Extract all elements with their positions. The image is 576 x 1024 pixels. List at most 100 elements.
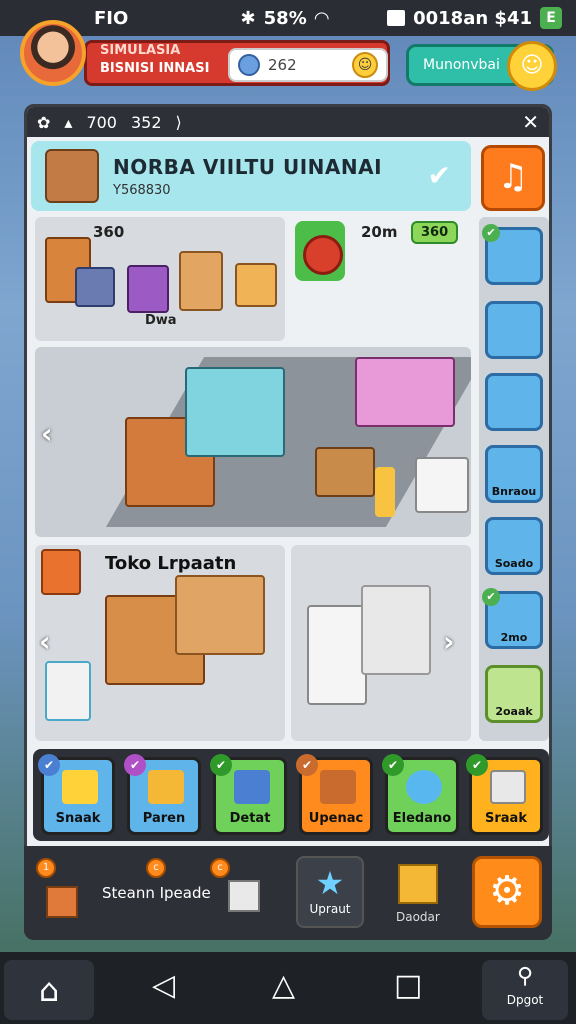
sidebar-item-4[interactable]: Bnraou [485,445,543,503]
fridge [415,457,469,513]
notification-dot: c [210,858,230,878]
time-value: 20m [361,223,398,241]
product-label: Sraak [485,811,527,826]
music-button[interactable]: ♫ [481,145,545,211]
toko-tile[interactable]: Toko Lrpaatn ‹ [35,545,285,741]
product-box-icon [234,770,270,804]
stat-value-2: 352 [130,112,162,132]
notification-dot: c [146,858,166,878]
home-icon[interactable]: ⌂ [4,960,94,1020]
check-badge-icon: ✔ [382,754,404,776]
tile-label: Dwa [145,313,177,328]
checkmark-icon[interactable]: ✔ [428,159,451,192]
sidebar-item-5[interactable]: Soado [485,517,543,575]
chevron-right-icon[interactable]: › [443,625,455,658]
home-nav-icon[interactable]: △ [272,968,295,1003]
status-bar: FIO ✱ 58% ◠ 0018an $41 E [0,0,576,36]
sidebar-item-6[interactable]: ✔ 2mo [482,588,543,649]
drink-shelf [185,367,285,457]
close-icon[interactable]: ✕ [522,110,539,134]
check-badge-icon: ✔ [466,754,488,776]
panel-top-bar: ✿ ▴ 700 352 ⟩ ✕ [27,107,549,137]
product-box-icon [320,770,356,804]
cube-icon [228,880,260,912]
sidebar-item-7[interactable]: 2oaak [485,665,543,723]
product-detat[interactable]: ✔ Detat [210,754,287,835]
display-tile[interactable]: › [291,545,471,741]
title-line-1: SIMULASIA [100,43,181,58]
product-upenac[interactable]: ✔ Upenac [296,754,373,835]
player-avatar[interactable] [20,20,86,86]
check-badge-icon: ✔ [38,754,60,776]
store-icon [45,149,99,203]
product-paren[interactable]: ✔ Paren [124,754,201,835]
upgrade-label: Upraut [309,902,351,916]
product-label: Snaak [55,811,101,826]
title-line-2: BISNISI INNASI [100,61,210,76]
product-label: Eledano [392,811,452,826]
status-right-text: 0018an $41 [413,7,532,29]
search-label: Dpgot [506,993,544,1007]
navigation-bar: ⌂ ◁ △ □ ⚲ Dpgot [0,952,576,1024]
product-label: Detat [229,811,271,826]
happy-face-icon: ☺ [507,41,557,91]
chevron-left-icon[interactable]: ‹ [41,417,53,450]
search-button[interactable]: ⚲ Dpgot [482,960,568,1020]
display-fridge [307,605,367,705]
shopkeeper [375,467,395,517]
counter-shelf [355,357,455,427]
toko-label: Toko Lrpaatn [105,553,237,574]
star-icon: ★ [315,864,345,902]
app-notification-icon: E [540,7,562,29]
gear-icon[interactable]: ⚙ [472,856,542,928]
chevron-right-icon[interactable]: ⟩ [176,113,182,132]
bonus-tile[interactable]: 20m 360 [291,217,471,297]
action-bar: 1 c c Steann Ipeade ★ Upraut Daodar ⚙ [24,846,552,940]
gold-box-icon[interactable] [398,864,438,904]
smiley-icon[interactable]: ☺ [352,52,378,78]
sidebar-item-2[interactable] [485,301,543,359]
wifi-icon: ◠ [314,7,329,29]
sidebar-item-1[interactable]: ✔ [482,224,543,285]
sidebar-item-3[interactable] [485,373,543,431]
product-eledano[interactable]: ✔ Eledano [382,754,459,835]
store-subtitle: Y568830 [113,183,171,198]
product-label: Paren [142,811,186,826]
crate-stack [315,447,375,497]
display-rack [361,585,431,675]
check-badge-icon: ✔ [210,754,232,776]
main-panel: ✿ ▴ 700 352 ⟩ ✕ NORBA VIILTU UINANAI Y56… [24,104,552,940]
steann-ipeade-label[interactable]: Steann Ipeade [102,884,211,902]
product-globe-icon [406,770,442,804]
notification-dot: 1 [36,858,56,878]
product-snaak[interactable]: ✔ Snaak [38,754,115,835]
toko-counter [175,575,265,655]
display-icon [127,265,169,313]
product-sraak[interactable]: ✔ Sraak [466,754,543,835]
coin-icon [238,54,260,76]
tile-value: 360 [93,223,125,241]
chevron-left-icon[interactable]: ‹ [39,625,51,658]
crate-icon [46,886,78,918]
back-icon[interactable]: ◁ [152,968,175,1003]
settings-small-icon[interactable]: ✿ [37,113,50,132]
money-value: 262 [268,56,297,74]
recents-icon[interactable]: □ [394,968,422,1003]
red-coin-icon [295,221,345,281]
check-badge-icon: ✔ [124,754,146,776]
shop-items-tile[interactable]: 360 Dwa [35,217,285,341]
status-signal-text: 58% [263,7,307,29]
sidebar-item-label: 2mo [500,631,528,644]
stand-icon [179,251,223,311]
product-strip: ✔ Snaak ✔ Paren ✔ Detat ✔ Upenac ✔ Eleda… [33,749,549,841]
register-icon [75,267,115,307]
category-sidebar: ✔ Bnraou Soado ✔ 2mo 2oaak [479,217,549,741]
product-label: Upenac [308,811,364,826]
check-badge-icon: ✔ [296,754,318,776]
store-card[interactable]: NORBA VIILTU UINANAI Y568830 ✔ [31,141,471,211]
store-floor-view[interactable]: ‹ [35,347,471,537]
search-icon: ⚲ [516,964,534,989]
upgrade-button[interactable]: ★ Upraut [296,856,364,928]
sidebar-item-label: 2oaak [495,705,533,718]
money-button[interactable]: Munonvbai ☺ [406,41,557,91]
